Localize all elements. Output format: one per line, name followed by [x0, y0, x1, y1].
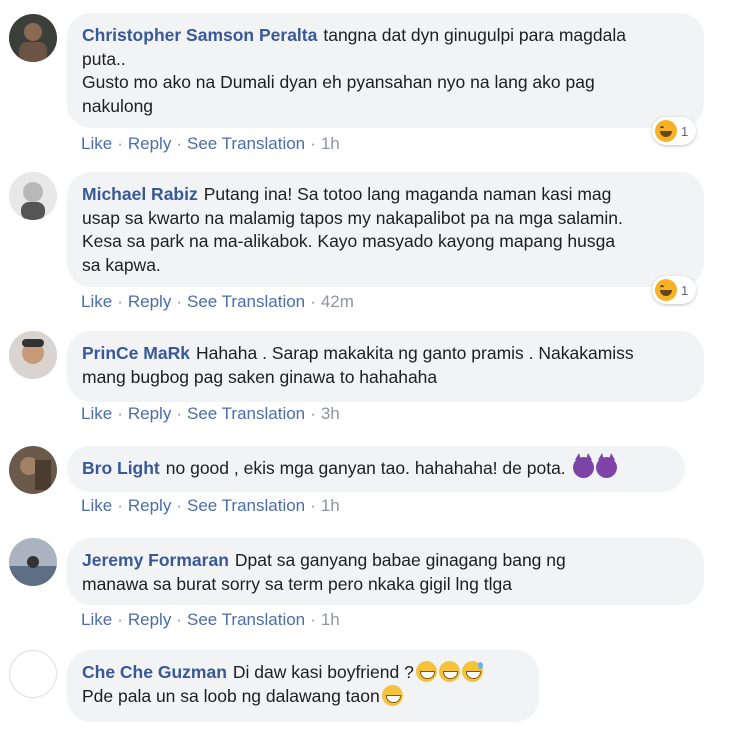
haha-reaction-icon [655, 279, 677, 301]
timestamp-link[interactable]: 1h [321, 610, 340, 629]
smiling-imp-icon [572, 453, 594, 478]
commenter-name[interactable]: Che Che Guzman [82, 662, 227, 682]
see-translation-link[interactable]: See Translation [187, 404, 305, 423]
avatar-photo-icon [9, 446, 57, 494]
comment-bubble: Che Che Guzman Di daw kasi boyfriend ? Pd… [67, 650, 539, 722]
comment-text: Di daw kasi boyfriend ? [232, 662, 414, 682]
reaction-badge[interactable]: 1 [652, 117, 697, 145]
comment-text: Pde pala un sa loob ng dalawang taon [82, 685, 380, 706]
grinning-face-icon [415, 661, 437, 682]
comment-text: sa kapwa. [82, 254, 161, 275]
comment-bubble: PrinCe MaRk Hahaha . Sarap makakita ng ga… [67, 331, 704, 402]
timestamp-link[interactable]: 1h [321, 134, 340, 153]
comment-actions: Like · Reply · See Translation · 3h [81, 404, 340, 423]
timestamp-link[interactable]: 1h [321, 496, 340, 515]
avatar-photo-icon [9, 172, 57, 220]
reaction-badge[interactable]: 1 [652, 276, 697, 304]
reply-link[interactable]: Reply [128, 496, 171, 515]
commenter-name[interactable]: Bro Light [82, 458, 160, 478]
see-translation-link[interactable]: See Translation [187, 292, 305, 311]
comment-text: tangna dat dyn ginugulpi para magdala [323, 25, 626, 45]
commenter-name[interactable]: Michael Rabiz [82, 184, 198, 204]
like-link[interactable]: Like [81, 134, 112, 153]
like-link[interactable]: Like [81, 292, 112, 311]
comment-actions: Like · Reply · See Translation · 1h [81, 496, 340, 515]
comment-text: Gusto mo ako na Dumali dyan eh pyansahan… [82, 72, 595, 92]
comment-bubble: Christopher Samson Peralta tangna dat dyn… [67, 13, 704, 128]
reply-link[interactable]: Reply [128, 292, 171, 311]
comment-bubble: Michael Rabiz Putang ina! Sa totoo lang m… [67, 172, 704, 287]
grinning-sweat-icon [461, 661, 483, 682]
reaction-count: 1 [681, 282, 689, 298]
comment-actions: Like · Reply · See Translation · 1h [81, 610, 340, 629]
comment-text: Dpat sa ganyang babae ginagang bang ng [234, 550, 566, 570]
avatar[interactable] [9, 14, 57, 62]
avatar[interactable] [9, 538, 57, 586]
comment-actions: Like · Reply · See Translation · 42m [81, 292, 354, 311]
comment-text: nakulong [82, 95, 154, 116]
commenter-name[interactable]: PrinCe MaRk [82, 343, 190, 363]
reply-link[interactable]: Reply [128, 134, 171, 153]
smiling-imp-icon [595, 453, 617, 478]
commenter-name[interactable]: Jeremy Formaran [82, 550, 229, 570]
reaction-count: 1 [681, 123, 689, 139]
avatar[interactable] [9, 446, 57, 494]
comment-text: Kesa sa park na ma-alikabok. Kayo masyad… [82, 231, 616, 251]
comment-bubble: Bro Light no good , ekis mga ganyan tao. … [67, 446, 685, 492]
comment-actions: Like · Reply · See Translation · 1h [81, 134, 340, 153]
reply-link[interactable]: Reply [128, 610, 171, 629]
like-link[interactable]: Like [81, 610, 112, 629]
comment-text: usap sa kwarto na malamig tapos my nakap… [82, 207, 623, 228]
avatar[interactable] [9, 172, 57, 220]
timestamp-link[interactable]: 42m [321, 292, 354, 311]
see-translation-link[interactable]: See Translation [187, 496, 305, 515]
avatar[interactable] [9, 650, 57, 698]
comment-text: Putang ina! Sa totoo lang maganda naman … [203, 184, 612, 204]
haha-reaction-icon [655, 120, 677, 142]
avatar-photo-icon [9, 538, 57, 586]
timestamp-link[interactable]: 3h [321, 404, 340, 423]
see-translation-link[interactable]: See Translation [187, 134, 305, 153]
avatar-photo-icon [9, 14, 57, 62]
comment-bubble: Jeremy Formaran Dpat sa ganyang babae gin… [67, 538, 704, 605]
grinning-face-icon [438, 661, 460, 682]
like-link[interactable]: Like [81, 496, 112, 515]
comment-text: Hahaha . Sarap makakita ng ganto pramis … [195, 343, 634, 363]
avatar[interactable] [9, 331, 57, 379]
commenter-name[interactable]: Christopher Samson Peralta [82, 25, 317, 45]
like-link[interactable]: Like [81, 404, 112, 423]
smiling-face-icon [381, 684, 403, 706]
comment-text: puta.. [82, 48, 126, 69]
comment-text: manawa sa burat sorry sa term pero nkaka… [82, 573, 512, 594]
comment-text: no good , ekis mga ganyan tao. hahahaha!… [165, 458, 566, 478]
see-translation-link[interactable]: See Translation [187, 610, 305, 629]
avatar-photo-icon [9, 331, 57, 379]
reply-link[interactable]: Reply [128, 404, 171, 423]
comment-text: mang bugbog pag saken ginawa to hahahaha [82, 366, 438, 387]
